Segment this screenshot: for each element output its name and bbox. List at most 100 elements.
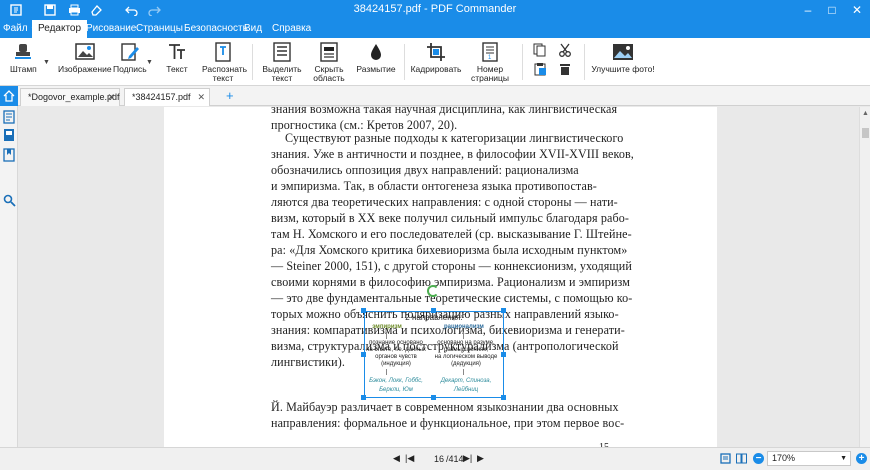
close-tab-icon[interactable]: ✕ — [197, 89, 205, 105]
page-number-icon: 1 — [479, 42, 501, 62]
paste-icon[interactable] — [533, 62, 547, 76]
figure-right-names: Декарт, Спиноза, — [440, 378, 492, 384]
two-page-view-icon[interactable] — [736, 453, 747, 464]
rotate-handle-icon[interactable] — [427, 285, 439, 297]
document-tab-label: *38424157.pdf — [132, 92, 191, 102]
ribbon-tabs: Файл ▼ Редактор Рисование Страницы Безоп… — [0, 20, 870, 38]
close-button[interactable]: ✕ — [845, 1, 869, 19]
image-icon — [74, 42, 96, 62]
crop-label: Кадрировать — [410, 64, 462, 74]
close-tab-icon[interactable]: ✕ — [107, 89, 115, 105]
figure-left-text: органов чувств — [375, 354, 417, 360]
crop-icon — [425, 42, 447, 62]
zoom-select[interactable]: 170% ▼ — [767, 451, 851, 466]
figure-title: 2 направления: — [405, 313, 463, 322]
recognize-label: Распознать текст — [202, 64, 248, 83]
page-text-line: лингвистики). — [271, 355, 345, 369]
figure-connector — [463, 332, 464, 339]
page-number-button[interactable]: 1 Номер страницы — [466, 42, 514, 83]
text-label: Текст — [166, 64, 188, 74]
crop-button[interactable]: Кадрировать — [411, 42, 461, 74]
enhance-photo-label: Улучшите фото! — [591, 64, 655, 74]
status-bar: ◀ |◀ 16 /414 ▶| ▶ − 170% ▼ + — [0, 447, 870, 470]
signature-button[interactable]: Подпись — [113, 42, 147, 74]
add-tab-button[interactable]: + — [226, 89, 234, 103]
figure-connector — [386, 369, 387, 375]
enhance-photo-button[interactable]: Улучшите фото! — [591, 42, 655, 74]
scrollbar-thumb[interactable] — [862, 128, 869, 138]
pages-icon[interactable] — [2, 128, 16, 142]
zoom-out-button[interactable]: − — [753, 453, 764, 464]
resize-handle[interactable] — [431, 308, 436, 313]
page-text-line: визм, который в XX веке получил сильный … — [271, 211, 629, 225]
scroll-up-icon[interactable]: ▲ — [862, 110, 869, 117]
document-viewer[interactable]: знания возможна такая научная дисциплина… — [19, 107, 859, 447]
highlight-label: Выделить текст — [262, 64, 302, 83]
chevron-down-icon[interactable]: ▼ — [43, 59, 50, 66]
tab-file-label: Файл — [3, 23, 28, 34]
single-page-view-icon[interactable] — [720, 453, 731, 464]
page-text-line: там Н. Хомского и его последователей (ср… — [271, 227, 632, 241]
tab-view[interactable]: Вид — [238, 20, 268, 38]
next-page-icon[interactable]: ▶| — [463, 453, 472, 464]
resize-handle[interactable] — [501, 352, 506, 357]
text-button[interactable]: Текст — [166, 42, 188, 74]
stamp-label: Штамп — [10, 64, 37, 74]
document-tab-active[interactable]: *38424157.pdf ✕ — [124, 88, 210, 106]
page-text-line: ра: «Для Хомского критика бихевиоризма б… — [271, 243, 628, 257]
signature-label: Подпись — [113, 64, 147, 74]
document-icon[interactable] — [2, 110, 16, 124]
delete-icon[interactable] — [558, 62, 572, 76]
image-label: Изображение — [58, 64, 112, 74]
page-text-line: ляются два теоретических направления: с … — [271, 195, 618, 209]
window-title: 38424157.pdf - PDF Commander — [353, 3, 517, 15]
page-text-line: знания возможна такая научная дисциплина… — [271, 107, 618, 116]
figure-left-heading: эмпиризм — [372, 324, 402, 330]
tab-editor[interactable]: Редактор — [32, 20, 88, 38]
resize-handle[interactable] — [361, 395, 366, 400]
hide-area-button[interactable]: Скрыть область — [309, 42, 349, 83]
recognize-text-button[interactable]: Распознать текст — [202, 42, 248, 83]
prev-page-icon[interactable]: |◀ — [405, 453, 414, 464]
figure-right-text: основано на разуме, — [437, 340, 495, 346]
page-text-line: — это две фундаментальные теоретические … — [271, 291, 633, 305]
highlight-text-button[interactable]: Выделить текст — [262, 42, 302, 83]
chevron-down-icon: ▼ — [840, 455, 847, 462]
document-tabs: *Dogovor_example.pdf ✕ *38424157.pdf ✕ + — [18, 86, 870, 106]
document-tab[interactable]: *Dogovor_example.pdf ✕ — [20, 88, 120, 106]
signature-icon — [119, 42, 141, 62]
page-text-line: Й. Майбауэр различает в современном язык… — [271, 400, 619, 414]
current-page-input[interactable]: 16 — [424, 452, 444, 466]
figure-left-names: Бэкон, Локк, Гоббс, — [369, 378, 423, 384]
bookmarks-icon[interactable] — [2, 148, 16, 162]
ribbon-toolbar: Штамп ▼ Изображение Подпись ▼ Текст Расп… — [0, 38, 870, 86]
blur-button[interactable]: Размытие — [356, 42, 396, 74]
first-page-icon[interactable]: ◀ — [393, 453, 400, 464]
minimize-button[interactable]: – — [796, 1, 820, 19]
maximize-button[interactable]: □ — [820, 1, 844, 19]
search-icon[interactable] — [2, 193, 16, 207]
resize-handle[interactable] — [361, 352, 366, 357]
resize-handle[interactable] — [501, 395, 506, 400]
highlight-icon — [271, 42, 293, 62]
scissors-icon[interactable] — [558, 43, 572, 57]
last-page-icon[interactable]: ▶ — [477, 453, 484, 464]
chevron-down-icon[interactable]: ▼ — [146, 59, 153, 66]
document-tab-label: *Dogovor_example.pdf — [28, 92, 120, 102]
figure-connector — [463, 369, 464, 375]
stamp-button[interactable]: Штамп — [10, 42, 37, 74]
resize-handle[interactable] — [361, 308, 366, 313]
home-icon[interactable] — [0, 86, 18, 106]
title-bar: 38424157.pdf - PDF Commander – □ ✕ — [0, 0, 870, 20]
tab-help[interactable]: Справка — [266, 20, 317, 38]
pdf-page[interactable]: знания возможна такая научная дисциплина… — [164, 107, 717, 447]
zoom-value: 170% — [772, 453, 796, 463]
embedded-image[interactable]: 2 направления: эмпиризм рационализм позн… — [361, 308, 506, 400]
resize-handle[interactable] — [431, 395, 436, 400]
resize-handle[interactable] — [501, 308, 506, 313]
zoom-in-button[interactable]: + — [856, 453, 867, 464]
copy-icon[interactable] — [533, 43, 547, 57]
image-button[interactable]: Изображение — [58, 42, 112, 74]
vertical-scrollbar[interactable]: ▲ — [859, 107, 870, 447]
ocr-icon — [212, 42, 234, 62]
